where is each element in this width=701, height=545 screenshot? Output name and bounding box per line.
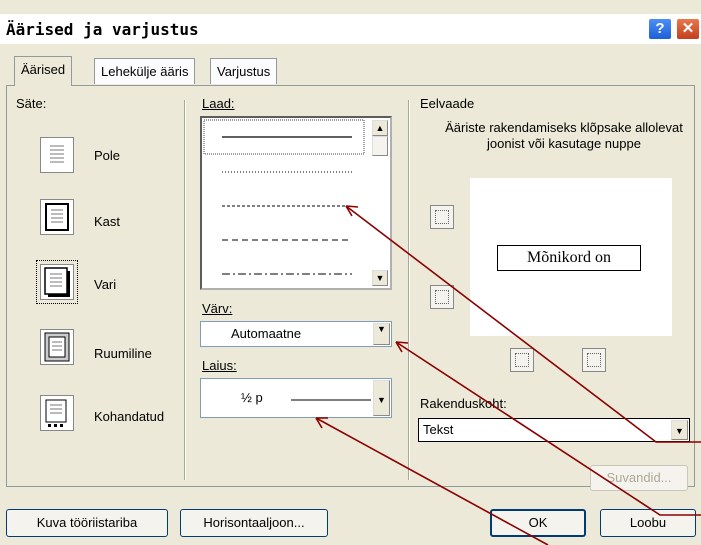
close-icon: ✕	[681, 20, 695, 37]
border-3d-icon[interactable]	[40, 329, 74, 365]
close-button[interactable]: ✕	[676, 18, 700, 40]
style-label: Laad:	[202, 96, 235, 111]
color-dropdown[interactable]: Automaatne ▼	[200, 321, 392, 347]
width-value: ½ p	[241, 390, 263, 405]
line-style-list[interactable]: ▲ ▼	[200, 116, 392, 290]
apply-to-dropdown[interactable]: Tekst ▼	[418, 418, 690, 442]
tab-page-border[interactable]: Lehekülje ääris	[94, 58, 196, 84]
borders-and-shading-dialog: Äärised ja varjustus ? ✕ Äärised Lehekül…	[0, 0, 701, 545]
title-bar: Äärised ja varjustus ? ✕	[0, 14, 701, 44]
help-icon: ?	[655, 20, 665, 37]
preview-label: Eelvaade	[420, 96, 475, 111]
horizontal-line-button[interactable]: Horisontaaljoon...	[180, 509, 328, 537]
setting-option-label: Ruumiline	[94, 346, 152, 361]
setting-label: Säte:	[16, 96, 47, 111]
width-dropdown[interactable]: ½ p ▼	[200, 378, 392, 418]
right-border-button[interactable]	[582, 348, 606, 372]
window-title: Äärised ja varjustus	[6, 20, 199, 39]
tab-shading[interactable]: Varjustus	[210, 58, 278, 84]
left-border-button[interactable]	[510, 348, 534, 372]
scrollbar-thumb[interactable]	[372, 136, 388, 156]
color-label: Värv:	[202, 301, 233, 316]
top-border-button[interactable]	[430, 205, 454, 229]
setting-option-label: Vari	[94, 277, 117, 292]
cancel-button[interactable]: Loobu	[600, 509, 696, 537]
preview-hint: Ääriste rakendamiseks klõpsake allolevat…	[445, 120, 683, 151]
scroll-down-icon[interactable]: ▼	[372, 270, 388, 286]
chevron-down-icon[interactable]: ▼	[671, 420, 688, 440]
setting-option-label: Pole	[94, 148, 121, 163]
help-button[interactable]: ?	[648, 18, 672, 40]
scroll-up-icon[interactable]: ▲	[372, 120, 388, 136]
divider	[184, 100, 186, 480]
width-label: Laius:	[202, 358, 237, 373]
show-toolbar-button[interactable]: Kuva tööriistariba	[6, 509, 168, 537]
divider	[408, 100, 410, 480]
ok-button[interactable]: OK	[490, 509, 586, 537]
setting-option-label: Kast	[94, 214, 121, 229]
bottom-border-button[interactable]	[430, 285, 454, 309]
color-value: Automaatne	[231, 326, 302, 341]
apply-to-value: Tekst	[423, 422, 454, 437]
chevron-down-icon[interactable]: ▼	[373, 380, 390, 416]
apply-to-label: Rakenduskoht:	[420, 396, 507, 411]
border-shadow-icon[interactable]	[36, 260, 78, 304]
setting-option-label: Kohandatud	[94, 409, 165, 424]
tab-borders[interactable]: Äärised	[14, 56, 73, 86]
border-none-icon[interactable]	[40, 137, 74, 173]
border-custom-icon[interactable]	[40, 395, 74, 431]
options-button[interactable]: Suvandid...	[590, 465, 688, 491]
preview-sample-text: Mõnikord on	[497, 245, 641, 271]
border-box-icon[interactable]	[40, 199, 74, 235]
chevron-down-icon[interactable]: ▼	[373, 323, 390, 345]
preview-area[interactable]: Mõnikord on	[470, 178, 672, 336]
